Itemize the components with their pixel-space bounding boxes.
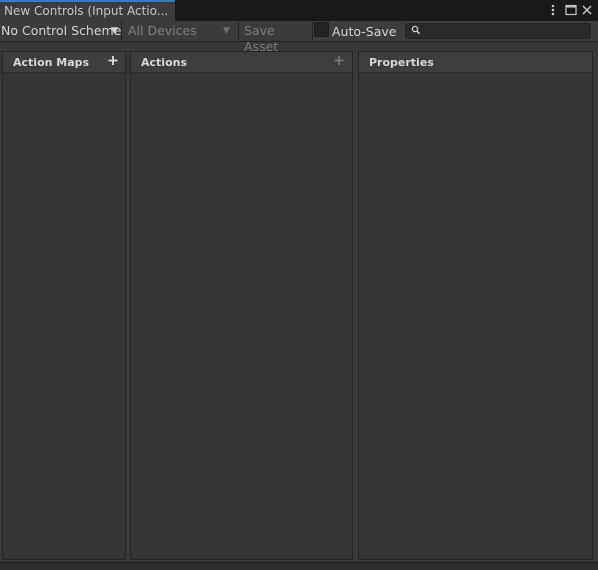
devices-label: All Devices (128, 23, 197, 38)
dropdown-caret-icon: ▼ (223, 26, 230, 36)
devices-dropdown[interactable]: All Devices ▼ (122, 21, 239, 40)
action-maps-pane: Action Maps (2, 51, 126, 560)
actions-header: Actions (131, 52, 352, 73)
toolbar: No Control Scheme ▼ All Devices ▼ Save A… (0, 21, 598, 54)
properties-header: Properties (359, 52, 592, 73)
dropdown-caret-icon: ▼ (111, 26, 118, 36)
action-maps-title: Action Maps (13, 56, 90, 69)
control-scheme-dropdown[interactable]: No Control Scheme ▼ (0, 21, 122, 40)
search-input[interactable] (424, 24, 586, 38)
plus-icon (334, 56, 344, 65)
control-scheme-label: No Control Scheme (1, 23, 122, 38)
tab-title: New Controls (Input Actio... (4, 4, 169, 18)
properties-title: Properties (369, 56, 434, 69)
properties-pane: Properties (358, 51, 593, 560)
add-action-button[interactable] (331, 52, 347, 70)
tab-bar: New Controls (Input Actio... (0, 0, 598, 21)
search-icon (411, 25, 421, 35)
maximize-icon[interactable] (564, 2, 578, 18)
close-icon[interactable] (580, 2, 594, 18)
actions-title: Actions (141, 56, 187, 69)
tab-new-controls[interactable]: New Controls (Input Actio... (0, 0, 175, 21)
auto-save-checkbox[interactable] (314, 22, 329, 37)
input-actions-window: New Controls (Input Actio... No Control … (0, 0, 598, 570)
save-asset-button[interactable]: Save Asset (240, 21, 313, 54)
search-field[interactable] (405, 23, 591, 39)
plus-icon (108, 56, 118, 65)
action-maps-header: Action Maps (3, 52, 125, 73)
actions-pane: Actions (130, 51, 353, 560)
more-vertical-icon[interactable] (546, 2, 560, 18)
auto-save-label: Auto-Save (332, 24, 397, 39)
add-action-map-button[interactable] (105, 52, 121, 70)
